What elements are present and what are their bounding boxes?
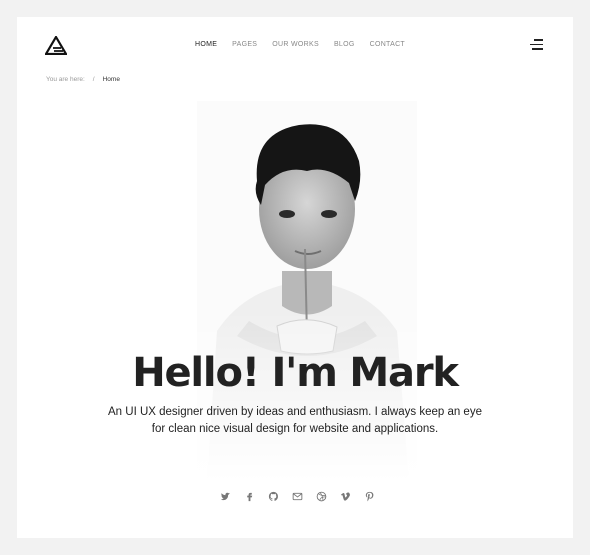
github-icon[interactable]: [267, 490, 279, 502]
nav-item-home[interactable]: HOME: [195, 41, 217, 48]
nav-item-blog[interactable]: BLOG: [334, 41, 355, 48]
hero-title: Hello! I'm Mark: [132, 350, 459, 396]
nav-item-pages[interactable]: PAGES: [232, 41, 257, 48]
nav-item-contact[interactable]: CONTACT: [370, 41, 405, 48]
breadcrumb-prefix: You are here:: [46, 76, 85, 83]
breadcrumb-separator: /: [92, 76, 95, 83]
facebook-icon[interactable]: [243, 490, 255, 502]
pinterest-icon[interactable]: [363, 490, 375, 502]
vimeo-icon[interactable]: [339, 490, 351, 502]
menu-icon[interactable]: [530, 39, 543, 50]
dribbble-icon[interactable]: [315, 490, 327, 502]
nav-item-our-works[interactable]: OUR WORKS: [272, 41, 319, 48]
page-card: HOME PAGES OUR WORKS BLOG CONTACT You ar…: [17, 17, 573, 538]
breadcrumb: You are here: / Home: [46, 76, 120, 83]
mail-icon[interactable]: [291, 490, 303, 502]
hero-subtitle: An UI UX designer driven by ideas and en…: [108, 406, 482, 435]
main-nav: HOME PAGES OUR WORKS BLOG CONTACT: [17, 41, 573, 48]
twitter-icon[interactable]: [219, 490, 231, 502]
breadcrumb-current[interactable]: Home: [103, 76, 120, 83]
social-links: [17, 490, 573, 502]
